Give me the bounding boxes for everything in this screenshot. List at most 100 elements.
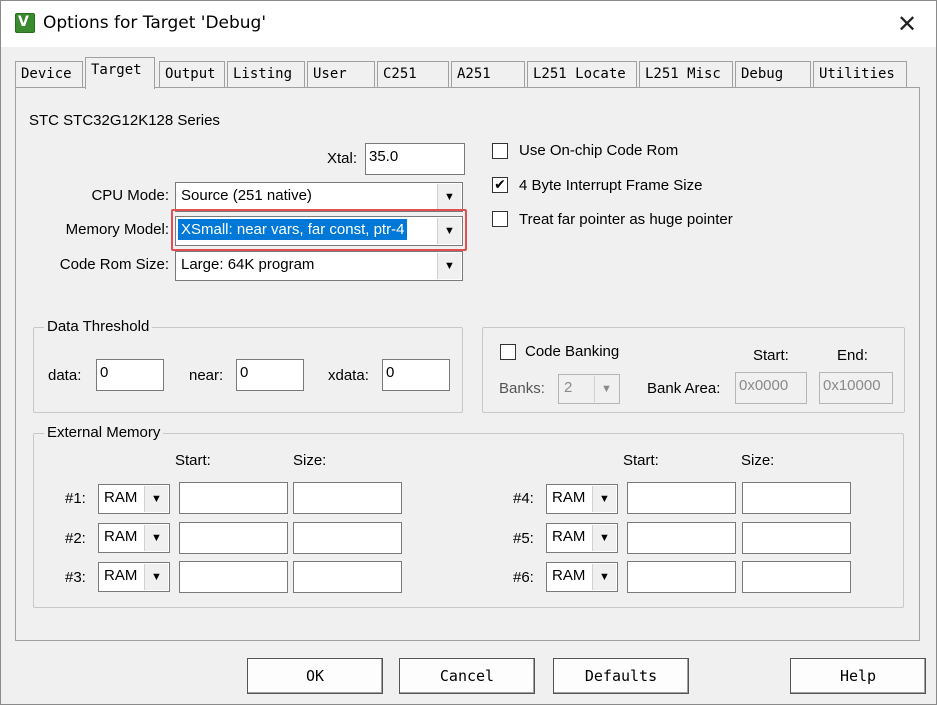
far-pointer-huge-checkbox[interactable] [492, 211, 508, 227]
threshold-data-input[interactable]: 0 [96, 359, 164, 391]
cpu-mode-value: Source (251 native) [181, 187, 312, 204]
memory-model-label: Memory Model: [65, 221, 169, 238]
banks-label: Banks: [499, 380, 545, 397]
help-button[interactable]: Help [790, 658, 926, 694]
use-onchip-code-rom-label: Use On-chip Code Rom [519, 142, 679, 159]
ext-mem-6-type: RAM [552, 567, 586, 584]
ext-mem-4-type: RAM [552, 489, 586, 506]
ext-mem-4-label: #4: [513, 490, 534, 507]
tab-listing[interactable]: Listing [227, 61, 305, 87]
chevron-down-icon[interactable]: ▼ [144, 564, 168, 590]
tab-l251-misc[interactable]: L251 Misc [639, 61, 733, 87]
ext-mem-6-label: #6: [513, 569, 534, 586]
threshold-xdata-label: xdata: [328, 367, 369, 384]
external-memory-title: External Memory [44, 424, 164, 441]
ext-mem-1-type-select[interactable]: RAM ▼ [98, 484, 170, 514]
window-title: Options for Target 'Debug' [43, 13, 267, 33]
cpu-mode-label: CPU Mode: [91, 187, 169, 204]
chevron-down-icon[interactable]: ▼ [592, 564, 616, 590]
ext-start-label-left: Start: [175, 452, 211, 469]
threshold-near-label: near: [189, 367, 224, 384]
ext-mem-4-size-input[interactable] [742, 482, 851, 514]
ext-mem-5-type-select[interactable]: RAM ▼ [546, 523, 618, 553]
code-banking-checkbox[interactable] [500, 344, 516, 360]
device-series-label: STC STC32G12K128 Series [29, 112, 220, 129]
title-bar: V Options for Target 'Debug' ✕ [1, 1, 936, 47]
cpu-mode-select[interactable]: Source (251 native) ▼ [175, 182, 463, 212]
ext-mem-2-label: #2: [65, 530, 86, 547]
tab-target[interactable]: Target [85, 57, 155, 89]
bank-area-label: Bank Area: [647, 380, 721, 397]
ext-mem-1-start-input[interactable] [179, 482, 288, 514]
chevron-down-icon[interactable]: ▼ [437, 184, 461, 210]
bank-start-label: Start: [753, 347, 789, 364]
ext-mem-6-size-input[interactable] [742, 561, 851, 593]
bank-start-input[interactable]: 0x0000 [735, 372, 807, 404]
ext-mem-3-type: RAM [104, 567, 138, 584]
threshold-data-label: data: [48, 367, 82, 384]
ext-mem-2-start-input[interactable] [179, 522, 288, 554]
close-icon[interactable]: ✕ [892, 9, 922, 39]
bank-end-label: End: [837, 347, 868, 364]
interrupt-frame-checkbox[interactable]: ✔ [492, 177, 508, 193]
tab-l251-locate[interactable]: L251 Locate [527, 61, 637, 87]
xtal-label: Xtal: [326, 150, 357, 167]
data-threshold-title: Data Threshold [44, 318, 153, 335]
ext-mem-3-size-input[interactable] [293, 561, 402, 593]
tab-output[interactable]: Output [159, 61, 225, 87]
checkmark-icon: ✔ [494, 177, 506, 193]
chevron-down-icon[interactable]: ▼ [144, 486, 168, 512]
ok-button[interactable]: OK [247, 658, 383, 694]
ext-mem-3-label: #3: [65, 569, 86, 586]
app-icon-label: V [18, 14, 29, 30]
ext-mem-1-size-input[interactable] [293, 482, 402, 514]
far-pointer-huge-label: Treat far pointer as huge pointer [519, 211, 733, 228]
banks-value: 2 [564, 379, 573, 396]
ext-mem-6-start-input[interactable] [627, 561, 736, 593]
xtal-input[interactable]: 35.0 [365, 143, 465, 175]
chevron-down-icon[interactable]: ▼ [144, 525, 168, 551]
code-rom-size-value: Large: 64K program [181, 256, 315, 273]
ext-mem-6-type-select[interactable]: RAM ▼ [546, 562, 618, 592]
ext-mem-2-type: RAM [104, 528, 138, 545]
code-rom-size-select[interactable]: Large: 64K program ▼ [175, 251, 463, 281]
ext-mem-2-size-input[interactable] [293, 522, 402, 554]
ext-mem-4-type-select[interactable]: RAM ▼ [546, 484, 618, 514]
ext-mem-3-start-input[interactable] [179, 561, 288, 593]
ext-mem-1-type: RAM [104, 489, 138, 506]
banks-select[interactable]: 2 ▼ [558, 374, 620, 404]
tab-a251[interactable]: A251 [451, 61, 525, 87]
app-icon: V [15, 13, 35, 33]
ext-start-label-right: Start: [623, 452, 659, 469]
options-dialog: V Options for Target 'Debug' ✕ Device Ta… [0, 0, 937, 705]
tab-utilities[interactable]: Utilities [813, 61, 907, 87]
tab-bar: Device Target Output Listing User C251 A… [15, 57, 915, 89]
ext-size-label-left: Size: [293, 452, 327, 469]
tab-device[interactable]: Device [15, 61, 83, 87]
ext-mem-2-type-select[interactable]: RAM ▼ [98, 523, 170, 553]
code-banking-label: Code Banking [525, 343, 620, 360]
threshold-near-input[interactable]: 0 [236, 359, 304, 391]
cancel-button[interactable]: Cancel [399, 658, 535, 694]
tab-c251[interactable]: C251 [377, 61, 449, 87]
ext-mem-5-type: RAM [552, 528, 586, 545]
chevron-down-icon[interactable]: ▼ [592, 486, 616, 512]
ext-mem-5-size-input[interactable] [742, 522, 851, 554]
ext-size-label-right: Size: [741, 452, 775, 469]
defaults-button[interactable]: Defaults [553, 658, 689, 694]
chevron-down-icon[interactable]: ▼ [592, 525, 616, 551]
tab-user[interactable]: User [307, 61, 375, 87]
ext-mem-5-label: #5: [513, 530, 534, 547]
chevron-down-icon[interactable]: ▼ [437, 253, 461, 279]
ext-mem-4-start-input[interactable] [627, 482, 736, 514]
threshold-xdata-input[interactable]: 0 [382, 359, 450, 391]
tab-debug[interactable]: Debug [735, 61, 811, 87]
chevron-down-icon[interactable]: ▼ [594, 376, 618, 402]
memory-model-highlight [171, 209, 467, 251]
interrupt-frame-label: 4 Byte Interrupt Frame Size [519, 177, 703, 194]
ext-mem-5-start-input[interactable] [627, 522, 736, 554]
code-rom-size-label: Code Rom Size: [59, 256, 169, 273]
bank-end-input[interactable]: 0x10000 [819, 372, 893, 404]
ext-mem-3-type-select[interactable]: RAM ▼ [98, 562, 170, 592]
use-onchip-code-rom-checkbox[interactable] [492, 143, 508, 159]
